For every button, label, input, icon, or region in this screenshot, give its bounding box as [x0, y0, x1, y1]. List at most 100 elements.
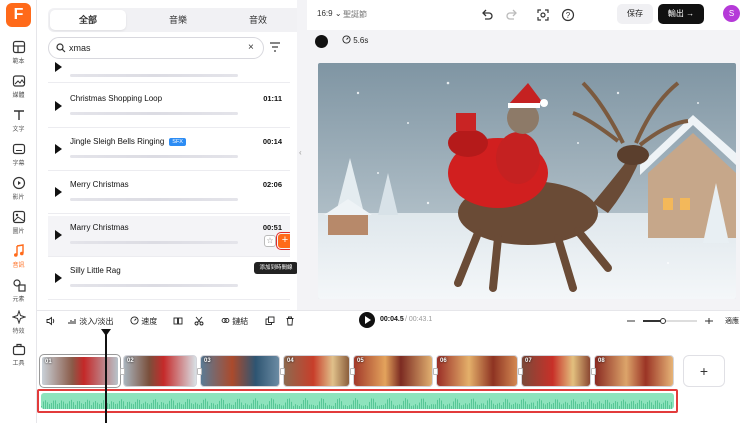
list-item[interactable]: Merry Christmas 02:06 — [48, 173, 290, 214]
rail-elements[interactable]: 元素 — [0, 278, 37, 312]
transition-handle[interactable] — [197, 368, 202, 375]
rail-text[interactable]: 文字 — [0, 108, 37, 142]
rail-effects[interactable]: 特效 — [0, 310, 37, 344]
playhead[interactable] — [105, 330, 107, 423]
undo-icon[interactable] — [480, 8, 494, 22]
play-icon[interactable] — [55, 144, 62, 154]
transition-handle[interactable] — [350, 368, 355, 375]
list-item[interactable]: Marry Christmas 00:51 ☆ + — [48, 216, 290, 257]
track-duration: 02:06 — [262, 180, 282, 189]
rail-label: 工具 — [12, 361, 25, 367]
track-title: Merry Christmas — [70, 180, 129, 189]
rail-template[interactable]: 範本 — [0, 40, 37, 74]
screen-capture-icon[interactable] — [536, 8, 550, 22]
speed-button[interactable]: 速度 — [130, 316, 157, 327]
left-rail: F 範本 媒體 文字 字幕 影片 圖片 音訊 元素 特效 工具 — [0, 0, 37, 423]
filter-icon[interactable] — [267, 39, 283, 55]
fade-icon — [68, 319, 76, 324]
speed-icon — [130, 316, 139, 325]
tab-sfx[interactable]: 音效 — [220, 10, 296, 30]
app-logo[interactable]: F — [6, 3, 31, 27]
transition-handle[interactable] — [280, 368, 285, 375]
template-icon — [12, 40, 25, 54]
rail-label: 圖片 — [12, 229, 25, 235]
redo-icon[interactable] — [505, 8, 519, 22]
list-item[interactable]: Jingle Sleigh Bells Ringing SFX 00:14 — [48, 130, 290, 171]
play-icon[interactable] — [55, 187, 62, 197]
search-input[interactable]: xmas × — [48, 37, 264, 59]
duplicate-icon[interactable] — [265, 316, 275, 326]
scissors-icon[interactable] — [194, 316, 204, 326]
aspect-ratio-dropdown[interactable]: 16:9 ⌄ — [317, 9, 342, 18]
split-icon[interactable] — [173, 316, 183, 326]
tab-music[interactable]: 音樂 — [140, 10, 216, 30]
rail-image[interactable]: 圖片 — [0, 210, 37, 244]
avatar[interactable]: S — [723, 5, 740, 22]
clip[interactable]: 07 — [521, 355, 591, 387]
waveform — [70, 155, 238, 158]
audio-track[interactable] — [37, 389, 678, 413]
link-button[interactable]: 鏈結 — [221, 316, 248, 327]
search-icon — [56, 43, 66, 53]
add-to-timeline-tooltip: 添加到時間線 — [254, 262, 298, 274]
play-icon[interactable] — [55, 101, 62, 111]
save-button[interactable]: 保存 — [617, 4, 653, 24]
rail-tools[interactable]: 工具 — [0, 342, 37, 376]
play-icon[interactable] — [55, 273, 62, 283]
fade-button[interactable]: 淡入/淡出 — [68, 316, 113, 327]
clip[interactable]: 04 — [283, 355, 350, 387]
video-icon — [12, 176, 25, 190]
add-to-timeline-button[interactable]: + — [276, 232, 290, 250]
clip[interactable]: 03 — [200, 355, 280, 387]
collapse-panel-handle[interactable]: ‹ — [297, 0, 307, 310]
transition-handle[interactable] — [591, 368, 596, 375]
search-value: xmas — [69, 43, 91, 53]
effects-icon — [11, 310, 26, 324]
rail-subtitles[interactable]: 字幕 — [0, 142, 37, 176]
editor-app: F 範本 媒體 文字 字幕 影片 圖片 音訊 元素 特效 工具 全部 音樂 音效… — [0, 0, 740, 423]
list-item[interactable] — [48, 60, 290, 83]
play-button[interactable] — [359, 312, 375, 328]
volume-icon[interactable] — [46, 316, 56, 326]
elements-icon — [12, 279, 26, 292]
transition-handle[interactable] — [120, 368, 125, 375]
current-time: 00:04.5 — [380, 316, 404, 323]
canvas-subbar — [307, 30, 740, 52]
list-item[interactable]: Christmas Shopping Loop 01:11 — [48, 87, 290, 128]
rail-audio[interactable]: 音訊 — [0, 244, 37, 278]
clip[interactable]: 06 — [436, 355, 518, 387]
zoom-slider[interactable] — [627, 318, 713, 324]
tab-all[interactable]: 全部 — [50, 10, 126, 30]
video-preview[interactable] — [318, 63, 736, 299]
svg-text:?: ? — [566, 11, 571, 20]
waveform — [70, 74, 238, 77]
transition-handle[interactable] — [433, 368, 438, 375]
music-note-icon — [13, 244, 24, 257]
waveform — [70, 241, 238, 244]
clip[interactable]: 05 — [353, 355, 433, 387]
project-name[interactable]: 聖誕節 — [343, 9, 367, 20]
fit-button[interactable]: 適應 — [725, 316, 739, 326]
rail-label: 元素 — [12, 297, 25, 303]
toolbox-icon — [12, 343, 25, 356]
help-icon[interactable]: ? — [561, 8, 575, 22]
export-button[interactable]: 輸出 → — [658, 4, 704, 24]
clear-search-icon[interactable]: × — [248, 42, 254, 53]
transition-handle[interactable] — [518, 368, 523, 375]
rail-video[interactable]: 影片 — [0, 176, 37, 210]
clip-duration[interactable]: 5.6s — [342, 35, 368, 45]
play-icon[interactable] — [55, 62, 62, 72]
clip[interactable]: 08 — [594, 355, 674, 387]
subtitles-icon — [12, 143, 25, 155]
rail-media[interactable]: 媒體 — [0, 74, 37, 108]
rail-label: 字幕 — [12, 161, 25, 167]
add-clip-button[interactable]: + — [683, 355, 725, 387]
trash-icon[interactable] — [285, 316, 295, 326]
background-color-swatch[interactable] — [315, 35, 328, 48]
favorite-star-icon[interactable]: ☆ — [264, 235, 276, 247]
play-icon[interactable] — [55, 230, 62, 240]
clip[interactable]: 02 — [123, 355, 197, 387]
track-title: Jingle Sleigh Bells Ringing SFX — [70, 137, 186, 146]
clip[interactable]: 01 — [39, 354, 121, 388]
waveform-bars — [41, 398, 672, 409]
